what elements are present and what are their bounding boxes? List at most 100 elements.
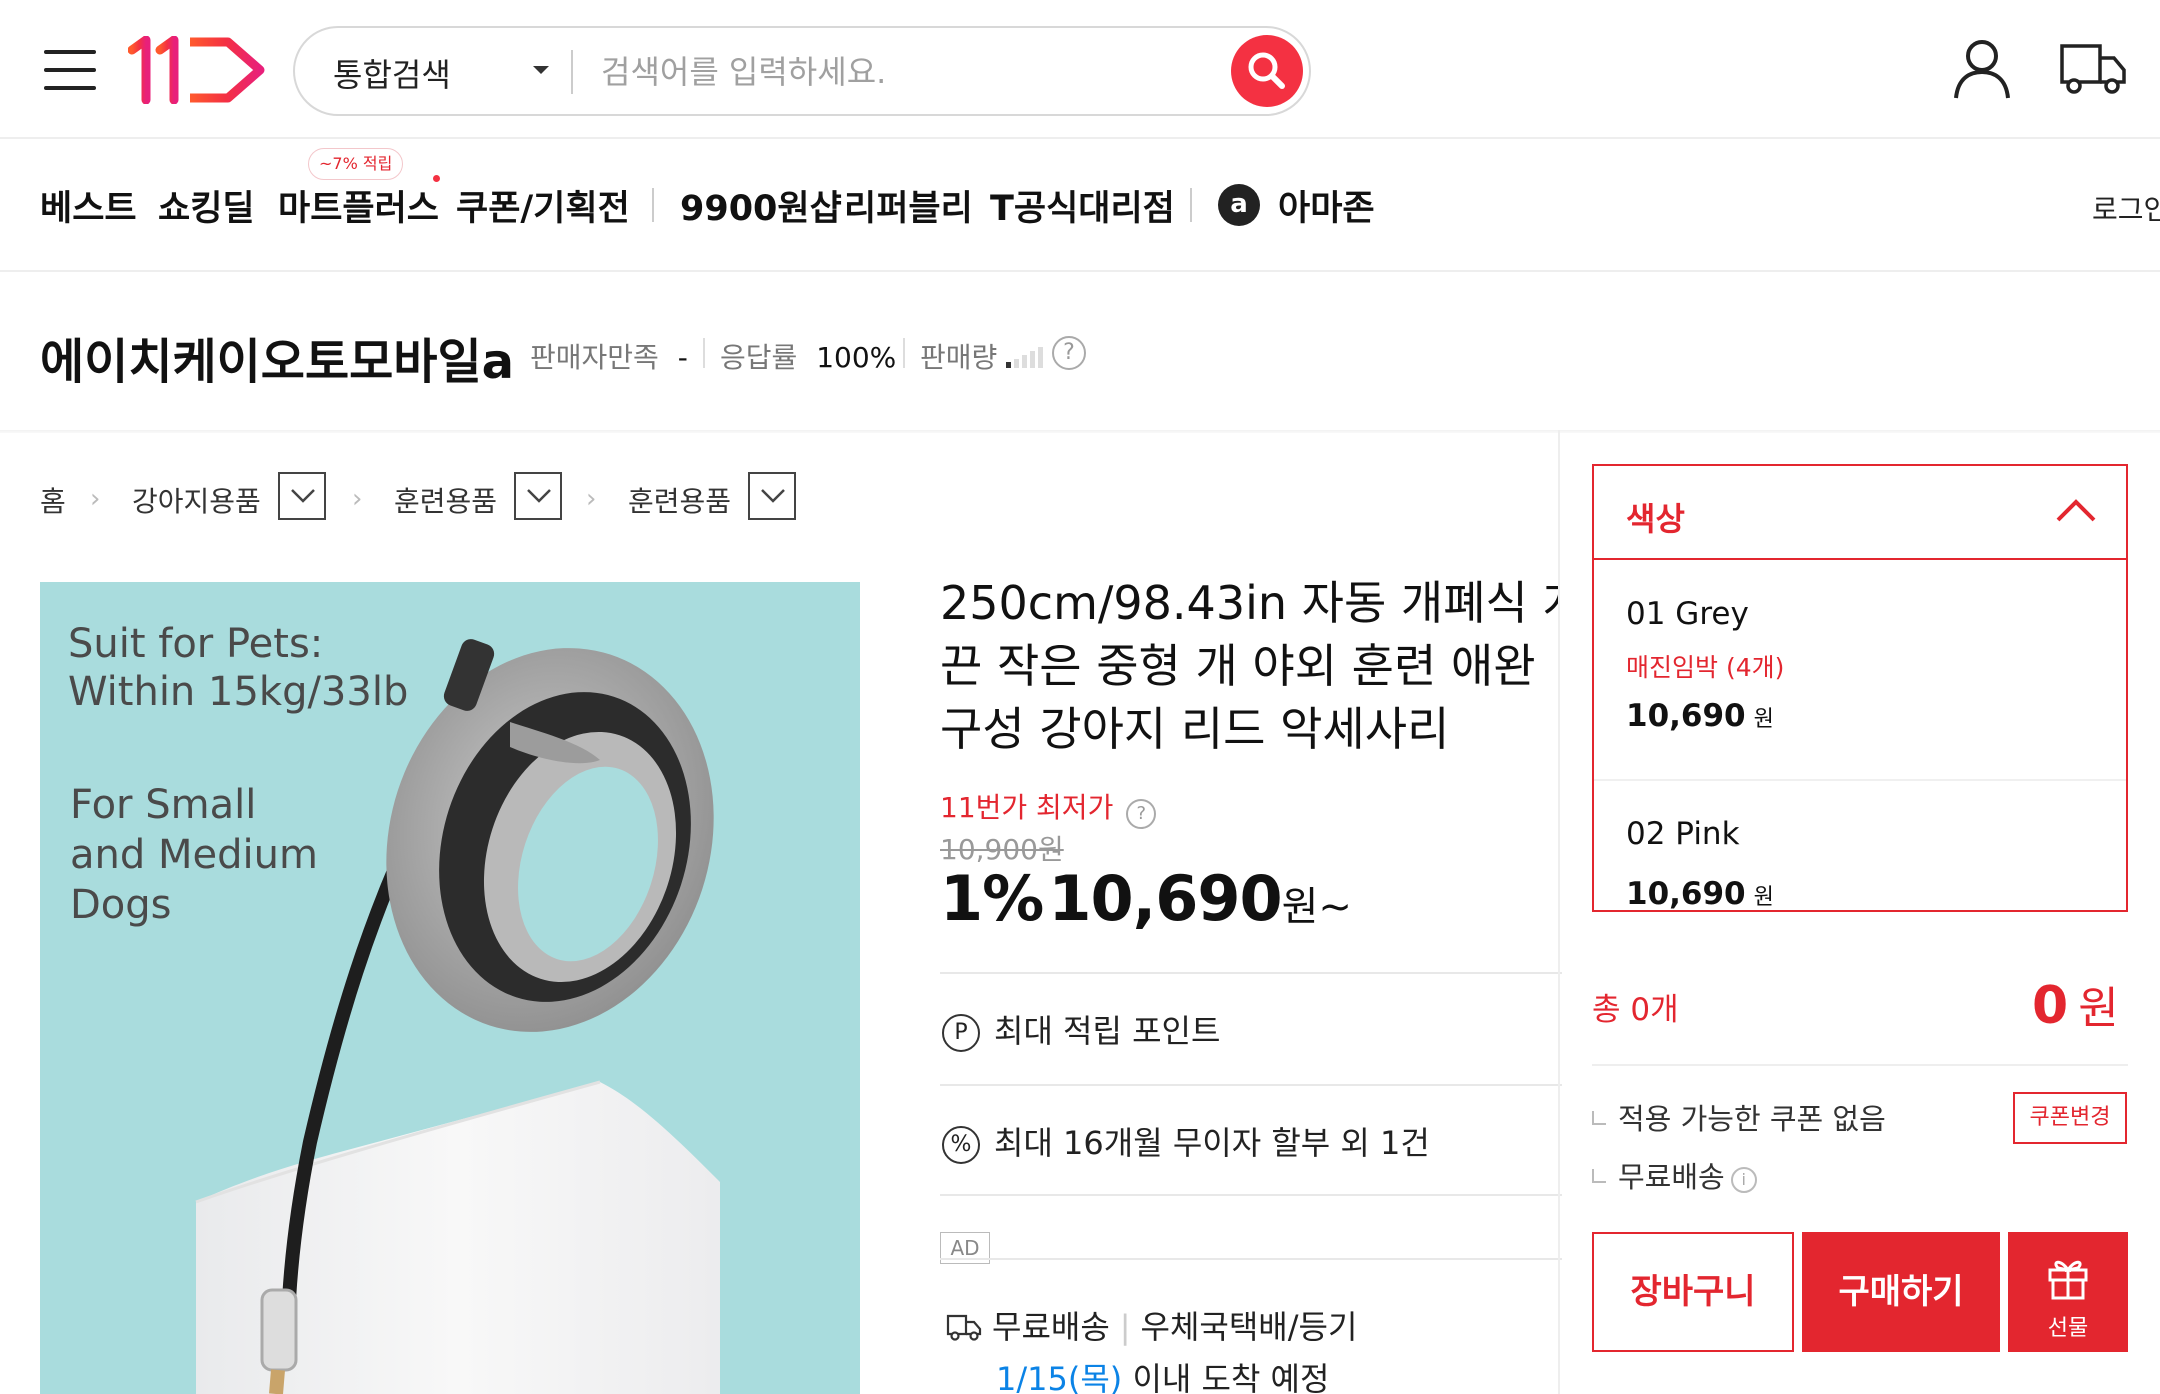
breadcrumb-home[interactable]: 홈 <box>40 480 66 520</box>
percent-icon: % <box>942 1126 980 1164</box>
chevron-right-icon: › <box>586 484 597 514</box>
info-icon[interactable]: i <box>1730 1167 1757 1193</box>
tree-corner-icon <box>1592 1111 1606 1125</box>
search-input[interactable] <box>601 46 1191 98</box>
chevron-down-icon <box>527 489 551 503</box>
search-button[interactable] <box>1231 35 1303 107</box>
nav-item-shocking-deal[interactable]: 쇼킹딜 <box>158 180 255 231</box>
seller-sales: 판매량 <box>920 336 997 376</box>
seller-satisfaction: 판매자만족 - <box>530 336 688 376</box>
nav-separator <box>1190 188 1192 222</box>
caret-down-icon[interactable] <box>533 66 549 74</box>
divider <box>940 1258 1562 1260</box>
sale-price: 1% 10,690원~ <box>940 862 1352 935</box>
title-line: 구성 강아지 리드 악세사리 <box>940 702 1450 756</box>
option-header-label: 색상 <box>1626 500 1685 538</box>
divider <box>903 338 905 368</box>
divider <box>1594 779 2126 781</box>
free-shipping-label: 무료배송 <box>992 1308 1110 1346</box>
divider <box>1592 1064 2128 1066</box>
help-icon[interactable]: ? <box>1126 799 1157 829</box>
amazon-icon[interactable]: a <box>1218 184 1260 226</box>
shipping-status: 무료배송 i <box>1592 1154 1757 1196</box>
gift-icon <box>2048 1260 2088 1300</box>
option-name: 02 Pink <box>1626 816 1740 852</box>
option-item[interactable]: 01 Grey 매진임박 (4개) 10,690 원 <box>1594 562 2126 778</box>
chevron-down-icon <box>761 489 785 503</box>
breadcrumb-dropdown[interactable] <box>514 472 562 520</box>
total-price: 0원 <box>2032 972 2119 1036</box>
tree-corner-icon <box>1592 1169 1606 1183</box>
divider <box>940 1194 1562 1196</box>
chevron-down-icon <box>291 489 315 503</box>
option-price-unit: 원 <box>1753 885 1774 910</box>
option-price: 10,690 원 <box>1626 876 1774 912</box>
response-value: 100% <box>816 341 897 374</box>
image-text-line: and Medium <box>70 832 318 878</box>
max-points-row[interactable]: P 최대 적립 포인트 <box>942 1006 1220 1052</box>
divider <box>1558 430 1560 1394</box>
chevron-right-icon: › <box>90 484 101 514</box>
total-price-unit: 원 <box>2078 983 2119 1034</box>
separator: | <box>1119 1308 1131 1346</box>
gift-label: 선물 <box>2047 1316 2089 1341</box>
delivery-truck-icon <box>946 1314 982 1341</box>
truck-icon[interactable] <box>2058 38 2128 98</box>
breadcrumb-dropdown[interactable] <box>748 472 796 520</box>
installment-row[interactable]: % 최대 16개월 무이자 할부 외 1건 <box>942 1118 1430 1164</box>
divider <box>571 50 573 94</box>
price-value: 10,690 <box>1048 862 1282 935</box>
option-item[interactable]: 02 Pink 10,690 원 <box>1594 782 2126 912</box>
shipping-status-text: 무료배송 <box>1618 1160 1725 1194</box>
buy-now-button[interactable]: 구매하기 <box>1802 1232 2000 1352</box>
option-price-value: 10,690 <box>1626 876 1746 912</box>
gift-button[interactable]: 선물 <box>2008 1232 2128 1352</box>
search-category[interactable]: 통합검색 <box>333 50 451 96</box>
breadcrumb-dropdown[interactable] <box>278 472 326 520</box>
divider <box>0 430 2160 433</box>
logo[interactable] <box>127 35 270 105</box>
help-icon[interactable]: ? <box>1052 336 1086 370</box>
nav-item-9900-shop[interactable]: 9900원샵 <box>680 180 842 231</box>
image-text-line: Suit for Pets: <box>68 621 324 667</box>
option-header[interactable]: 색상 <box>1594 466 2126 560</box>
divider <box>940 972 1562 974</box>
nav-item-coupon[interactable]: 쿠폰/기획전 <box>456 180 630 231</box>
hamburger-menu-icon[interactable] <box>44 48 96 92</box>
response-label: 응답률 <box>720 341 798 374</box>
option-price-unit: 원 <box>1753 707 1774 732</box>
add-to-cart-button[interactable]: 장바구니 <box>1592 1232 1794 1352</box>
satisfaction-label: 판매자만족 <box>530 341 659 374</box>
nav-item-t-official[interactable]: T공식대리점 <box>990 180 1175 231</box>
divider <box>940 1084 1562 1086</box>
breadcrumb-item[interactable]: 훈련용품 <box>394 480 497 520</box>
coupon-status: 적용 가능한 쿠폰 없음 <box>1592 1096 1886 1138</box>
arrival-suffix: 이내 도착 예정 <box>1132 1360 1330 1394</box>
image-text-line: Within 15kg/33lb <box>68 669 409 715</box>
coupon-status-text: 적용 가능한 쿠폰 없음 <box>1618 1102 1886 1136</box>
nav-item-mart-plus[interactable]: 마트플러스 <box>278 180 439 231</box>
seller-name[interactable]: 에이치케이오토모바일a <box>40 322 514 392</box>
nav-item-refurbly[interactable]: 리퍼블리 <box>844 180 973 231</box>
search-bar: 통합검색 <box>293 26 1311 116</box>
user-icon[interactable] <box>1950 36 2014 100</box>
chevron-right-icon: › <box>352 484 363 514</box>
title-line: 250cm/98.43in 자동 개폐식 개 <box>940 576 1560 630</box>
product-title: 250cm/98.43in 자동 개폐식 개 끈 작은 중형 개 야외 훈련 애… <box>940 572 1560 761</box>
arrival-estimate: 1/15(목) 이내 도착 예정 <box>996 1354 1329 1394</box>
divider <box>703 338 705 368</box>
seller-response-rate: 응답률 100% <box>720 336 896 376</box>
product-image[interactable]: Suit for Pets: Within 15kg/33lb For Smal… <box>40 582 860 1394</box>
divider <box>0 137 2160 139</box>
login-link[interactable]: 로그인 <box>2092 188 2160 228</box>
change-coupon-button[interactable]: 쿠폰변경 <box>2013 1092 2127 1144</box>
breadcrumb-item[interactable]: 훈련용품 <box>628 480 731 520</box>
nav-item-best[interactable]: 베스트 <box>40 180 137 231</box>
satisfaction-value: - <box>677 341 688 374</box>
image-text-line: Dogs <box>70 882 172 928</box>
divider <box>0 270 2160 272</box>
breadcrumb-item[interactable]: 강아지용품 <box>132 480 261 520</box>
nav-item-amazon[interactable]: 아마존 <box>1278 180 1375 231</box>
chevron-up-icon <box>2056 499 2096 522</box>
carrier-label: 우체국택배/등기 <box>1140 1308 1358 1346</box>
